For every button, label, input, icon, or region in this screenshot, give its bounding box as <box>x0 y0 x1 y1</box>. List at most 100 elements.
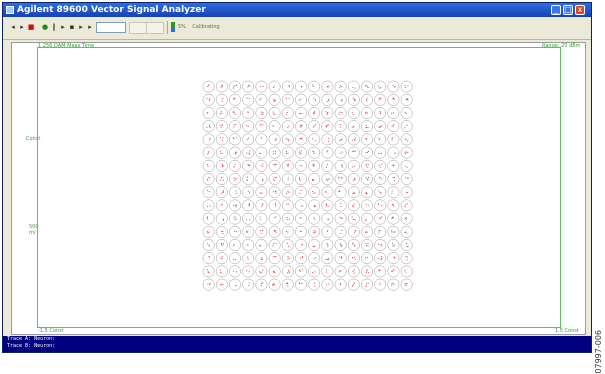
constellation-point <box>208 99 210 101</box>
play-icon[interactable]: ▸ <box>18 23 26 31</box>
constellation-point <box>274 216 276 218</box>
pause-icon[interactable]: ‖ <box>50 23 58 31</box>
constellation-point <box>220 87 222 89</box>
constellation-point <box>327 124 329 126</box>
constellation-point <box>366 270 368 272</box>
constellation-point <box>326 179 329 181</box>
constellation-circle <box>229 173 241 185</box>
constellation-circle <box>255 80 268 93</box>
constellation-circle <box>400 173 413 185</box>
constellation-point <box>405 113 407 115</box>
constellation-point <box>272 191 274 193</box>
constellation-circle <box>281 199 294 212</box>
constellation-circle <box>268 159 281 172</box>
constellation-point <box>273 270 275 272</box>
constellation-point <box>288 140 290 142</box>
constellation-point <box>273 243 275 245</box>
constellation-point <box>234 204 236 206</box>
trace-area[interactable]: 1 256 QAM Meas Time Range: 20 dBm Const … <box>11 42 586 335</box>
constellation-point <box>272 86 274 89</box>
constellation-point <box>368 272 370 274</box>
constellation-circle <box>202 133 215 146</box>
constellation-point <box>235 216 237 218</box>
x-axis-left-label: -1.5 Const <box>38 328 64 334</box>
constellation-point <box>338 177 340 179</box>
constellation-point <box>262 113 264 115</box>
constellation-point <box>354 87 356 89</box>
constellation-point <box>221 100 223 102</box>
constellation-point <box>206 217 209 219</box>
constellation-circle <box>374 107 387 119</box>
constellation-circle <box>374 173 387 185</box>
constellation-point <box>325 205 327 207</box>
constellation-point <box>340 270 342 272</box>
close-button[interactable]: x <box>575 5 585 15</box>
constellation-point <box>286 230 288 232</box>
constellation-point <box>220 271 222 273</box>
figure-id: 07997-006 <box>594 330 603 374</box>
constellation-circle <box>308 186 321 199</box>
constellation-point <box>380 152 382 154</box>
constellation-point <box>365 177 367 179</box>
next-icon[interactable]: ▸ <box>86 23 94 31</box>
maximize-button[interactable]: □ <box>563 5 573 15</box>
toolbar-input[interactable] <box>96 22 126 33</box>
constellation-point <box>405 218 407 220</box>
constellation-point <box>339 139 341 141</box>
constellation-circle <box>268 120 281 133</box>
record-icon[interactable]: ● <box>41 23 49 31</box>
constellation-circle <box>374 225 387 238</box>
constellation-circle <box>308 146 321 159</box>
constellation-point <box>220 137 222 139</box>
constellation-circle <box>295 107 307 119</box>
constellation-point <box>272 163 274 165</box>
constellation-point <box>206 153 208 155</box>
constellation-point <box>222 140 224 142</box>
toolbar-slot-a[interactable] <box>129 22 147 34</box>
constellation-circle <box>295 239 307 251</box>
constellation-point <box>354 219 356 221</box>
constellation-point <box>300 230 302 232</box>
constellation-point <box>274 203 276 205</box>
constellation-point <box>338 190 340 192</box>
constellation-point <box>379 111 381 113</box>
restart-icon[interactable]: ▸ <box>77 23 85 31</box>
constellation-point <box>393 283 395 285</box>
constellation-point <box>339 86 341 88</box>
stop-icon[interactable]: ■ <box>27 23 35 31</box>
constellation-point <box>232 98 235 100</box>
constellation-point <box>353 232 356 234</box>
constellation-point <box>235 178 237 180</box>
rewind-icon[interactable]: ◂ <box>9 23 17 31</box>
constellation-circle <box>202 252 215 265</box>
constellation-point <box>378 126 380 128</box>
minimize-button[interactable]: _ <box>551 5 561 15</box>
constellation-point <box>287 258 289 260</box>
constellation-point <box>351 216 353 218</box>
constellation-circle <box>334 93 347 106</box>
constellation-point <box>233 112 235 114</box>
constellation-point <box>365 152 367 154</box>
constellation-point <box>208 272 210 274</box>
constellation-point <box>407 152 409 154</box>
constellation-point <box>313 217 315 219</box>
toolbar-slot-b[interactable] <box>146 22 164 34</box>
constellation-point <box>367 150 369 153</box>
constellation-point <box>208 231 210 233</box>
constellation-point <box>286 242 288 245</box>
step-icon[interactable]: ▸ <box>59 23 67 31</box>
constellation-point <box>301 113 303 115</box>
constellation-point <box>367 97 369 99</box>
single-icon[interactable]: ▪ <box>68 23 76 31</box>
constellation-point <box>312 84 314 86</box>
constellation-point <box>247 164 249 166</box>
constellation-point <box>391 112 393 114</box>
constellation-circle <box>400 159 413 172</box>
constellation-point <box>379 113 382 115</box>
constellation-point <box>287 256 289 258</box>
constellation-point <box>300 205 302 207</box>
constellation-circle <box>374 199 387 212</box>
constellation-point <box>208 84 210 86</box>
constellation-circle <box>255 133 268 146</box>
title-bar[interactable]: Agilent 89600 Vector Signal Analyzer _ □… <box>3 3 591 17</box>
